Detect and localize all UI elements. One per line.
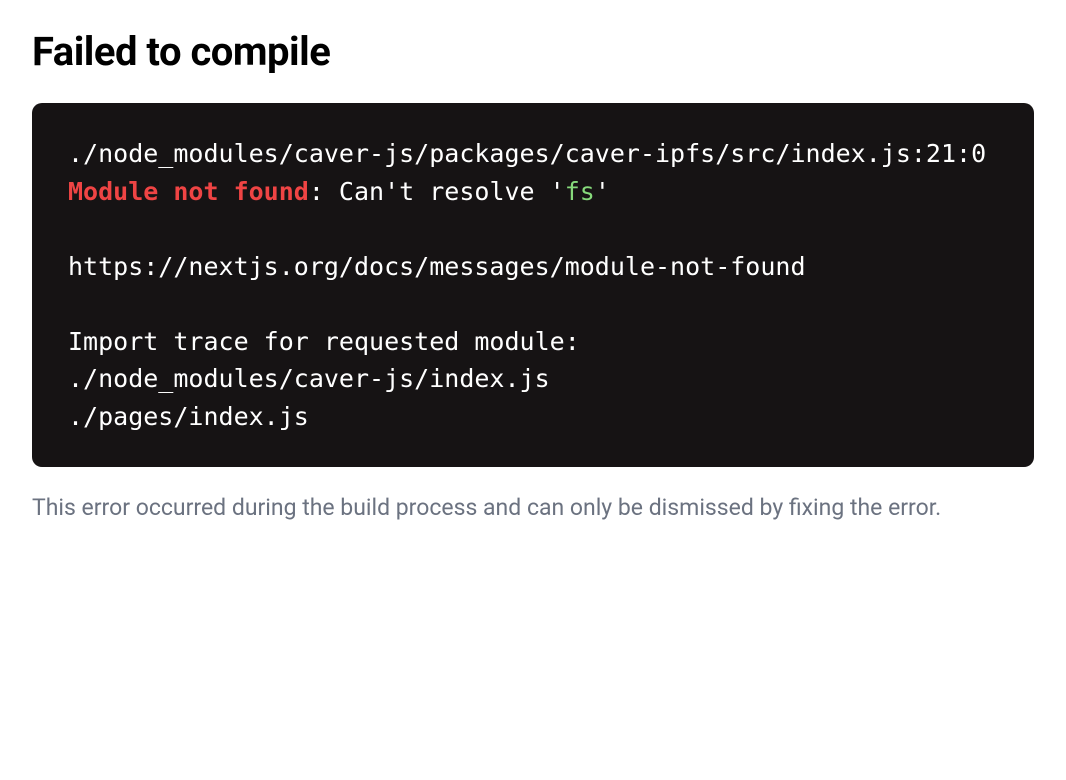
error-label: Module not found (68, 177, 309, 206)
error-module-name: fs (565, 177, 595, 206)
import-trace-line: ./pages/index.js (68, 402, 309, 431)
error-file-location: ./node_modules/caver-js/packages/caver-i… (68, 139, 986, 168)
import-trace-header: Import trace for requested module: (68, 327, 580, 356)
error-message-prefix: : Can't resolve ' (309, 177, 565, 206)
error-docs-url: https://nextjs.org/docs/messages/module-… (68, 252, 806, 281)
import-trace-line: ./node_modules/caver-js/index.js (68, 364, 550, 393)
error-code-block: ./node_modules/caver-js/packages/caver-i… (32, 103, 1034, 467)
error-title: Failed to compile (32, 28, 1034, 75)
error-message-suffix: ' (595, 177, 610, 206)
error-footer-note: This error occurred during the build pro… (32, 489, 1034, 527)
